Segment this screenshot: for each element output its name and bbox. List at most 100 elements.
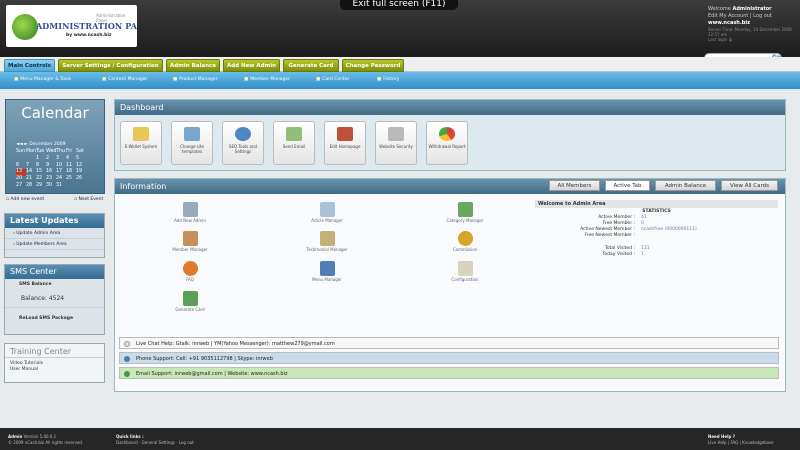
calendar-title: Calendar xyxy=(21,104,89,122)
tab-active[interactable]: Active Tab xyxy=(605,180,650,191)
footer-admin: Admin Version 5.00.0.1 © 2009 nCash.biz A… xyxy=(8,434,83,446)
day-cell[interactable]: 31 xyxy=(56,183,66,190)
subnav-product-manager[interactable]: ■ Product Manager xyxy=(173,77,218,82)
weekday: Wed xyxy=(46,149,57,154)
category-icon xyxy=(457,202,473,217)
subnav-card-center[interactable]: ■ Card Center xyxy=(316,77,349,82)
logo[interactable]: Administration Panel ADMINISTRATION PANE… xyxy=(6,5,137,47)
support-text: Phone Support: Cell: +91 9035112798 | Sk… xyxy=(136,356,273,362)
stat-value: 1 xyxy=(641,252,644,257)
article-icon xyxy=(319,202,335,217)
user-manual-link[interactable]: User Manual xyxy=(10,367,99,373)
day-cell[interactable]: 5 xyxy=(76,156,86,163)
day-cell[interactable]: 20 xyxy=(16,176,26,183)
dashboard-ewallet[interactable]: E-Wallet System xyxy=(120,121,162,165)
update-item[interactable]: › Update Admin Area xyxy=(5,228,104,239)
generate-card-item[interactable]: Generate Card xyxy=(165,291,215,312)
day-cell[interactable]: 1 xyxy=(36,156,46,163)
subnav-content-manager[interactable]: ■ Content Manager xyxy=(102,77,147,82)
day-cell[interactable] xyxy=(66,183,76,190)
day-cell[interactable]: 23 xyxy=(46,176,56,183)
tab-admin-balance-info[interactable]: Admin Balance xyxy=(655,180,716,191)
tab-view-all-cards[interactable]: View All Cards xyxy=(721,180,778,191)
coins-icon xyxy=(457,231,473,246)
logo-byline: by www.ncash.biz xyxy=(66,33,112,38)
footer-links[interactable]: Dashboard · General Settings · Log out xyxy=(116,440,194,445)
account-links[interactable]: Edit My Account | Log out xyxy=(708,13,800,20)
day-cell[interactable]: 3 xyxy=(56,156,66,163)
day-cell[interactable]: 29 xyxy=(36,183,46,190)
tab-all-members[interactable]: All Members xyxy=(549,180,600,191)
dashboard-security[interactable]: Website Security xyxy=(375,121,417,165)
stat-value: 131 xyxy=(641,246,650,251)
day-cell[interactable]: 30 xyxy=(46,183,56,190)
lock-icon xyxy=(388,127,404,141)
testimonial-manager-item[interactable]: Testimonial Manager xyxy=(302,231,352,252)
subnav-member-manager[interactable]: ■ Member Manager xyxy=(244,77,290,82)
footer-title: Quick links : xyxy=(116,434,144,439)
tab-main-controls[interactable]: Main Controls xyxy=(4,59,55,72)
configuration-item[interactable]: Configuration xyxy=(440,261,490,282)
tab-generate-card[interactable]: Generate Card xyxy=(283,59,339,72)
dashboard-seo[interactable]: SEO Tools and Settings xyxy=(222,121,264,165)
footer-quick-links: Quick links : Dashboard · General Setting… xyxy=(116,434,194,446)
commission-item[interactable]: Commission xyxy=(440,231,490,252)
stat-value[interactable]: ncashfree (0000000111) xyxy=(641,227,697,232)
dashboard-edit-homepage[interactable]: Edit Homepage xyxy=(324,121,366,165)
item-label: Menu Manager xyxy=(312,277,342,282)
subnav-label: Menu Manager & Tools xyxy=(20,77,72,82)
tab-admin-balance[interactable]: Admin Balance xyxy=(166,59,220,72)
product-icon: ■ xyxy=(173,77,178,82)
add-new-admin-item[interactable]: Add New Admin xyxy=(165,202,215,223)
subnav-menu-manager[interactable]: ■ Menu Manager & Tools xyxy=(14,77,71,82)
tab-server-settings[interactable]: Server Settings / Configuration xyxy=(58,59,163,72)
logo-title: ADMINISTRATION PANEL xyxy=(36,21,137,31)
dashboard-label: Edit Homepage xyxy=(329,144,361,149)
item-label: Add New Admin xyxy=(174,218,206,223)
day-cell[interactable]: 28 xyxy=(26,183,36,190)
day-cell[interactable]: 22 xyxy=(36,176,46,183)
calendar-nav-arrows[interactable]: ◄◄ ► xyxy=(16,142,28,147)
monitor-icon xyxy=(184,127,200,141)
stat-value: 0 xyxy=(641,221,644,226)
day-cell[interactable] xyxy=(76,183,86,190)
day-cell[interactable]: 24 xyxy=(56,176,66,183)
day-cell[interactable] xyxy=(16,156,26,163)
dashboard-send-email[interactable]: Send Email xyxy=(273,121,315,165)
email-icon xyxy=(124,371,130,377)
tab-change-password[interactable]: Change Password xyxy=(342,59,404,72)
training-center-title: Training Center xyxy=(5,344,104,358)
weekday: Sat xyxy=(76,149,84,154)
sms-center-panel: SMS Center SMS Balance Balance: 4524 ReL… xyxy=(4,264,105,335)
category-manager-item[interactable]: Category Manager xyxy=(440,202,490,223)
tab-add-new-admin[interactable]: Add New Admin xyxy=(223,59,280,72)
footer-help-links[interactable]: Live Help | FAQ | Knowledgebase xyxy=(708,440,774,445)
next-event-label: Next Event xyxy=(78,197,104,202)
update-item[interactable]: › Update Members Area xyxy=(5,239,104,250)
footer-copyright: © 2009 nCash.biz All rights reserved. xyxy=(8,440,84,445)
dashboard-templates[interactable]: Change site templates xyxy=(171,121,213,165)
article-manager-item[interactable]: Article Manager xyxy=(302,202,352,223)
welcome-label: Welcome xyxy=(708,6,731,12)
pie-chart-icon xyxy=(439,127,455,141)
add-event-link[interactable]: ▫ Add new event xyxy=(6,197,44,202)
email-icon xyxy=(286,127,302,141)
menu-manager-item[interactable]: Menu Manager xyxy=(302,261,352,282)
day-cell[interactable]: 25 xyxy=(66,176,76,183)
phone-icon xyxy=(124,356,130,362)
faq-item[interactable]: FAQ xyxy=(165,261,215,282)
site-link[interactable]: www.ncash.biz xyxy=(708,20,800,27)
dashboard-withdrawal-report[interactable]: Withdrawal Report xyxy=(426,121,468,165)
day-cell[interactable]: 26 xyxy=(76,176,86,183)
footer: Admin Version 5.00.0.1 © 2009 nCash.biz A… xyxy=(0,428,800,450)
reload-sms-button[interactable]: ReLoad SMS Package xyxy=(5,307,104,329)
day-cell[interactable] xyxy=(26,156,36,163)
next-event-link[interactable]: ▫ Next Event xyxy=(74,197,103,202)
calendar-actions: ▫ Add new event ▫ Next Event xyxy=(6,197,106,202)
day-cell[interactable]: 27 xyxy=(16,183,26,190)
day-cell[interactable]: 21 xyxy=(26,176,36,183)
member-manager-item[interactable]: Member Manager xyxy=(165,231,215,252)
day-cell[interactable]: 4 xyxy=(66,156,76,163)
day-cell[interactable]: 2 xyxy=(46,156,56,163)
subnav-history[interactable]: ■ History xyxy=(377,77,399,82)
